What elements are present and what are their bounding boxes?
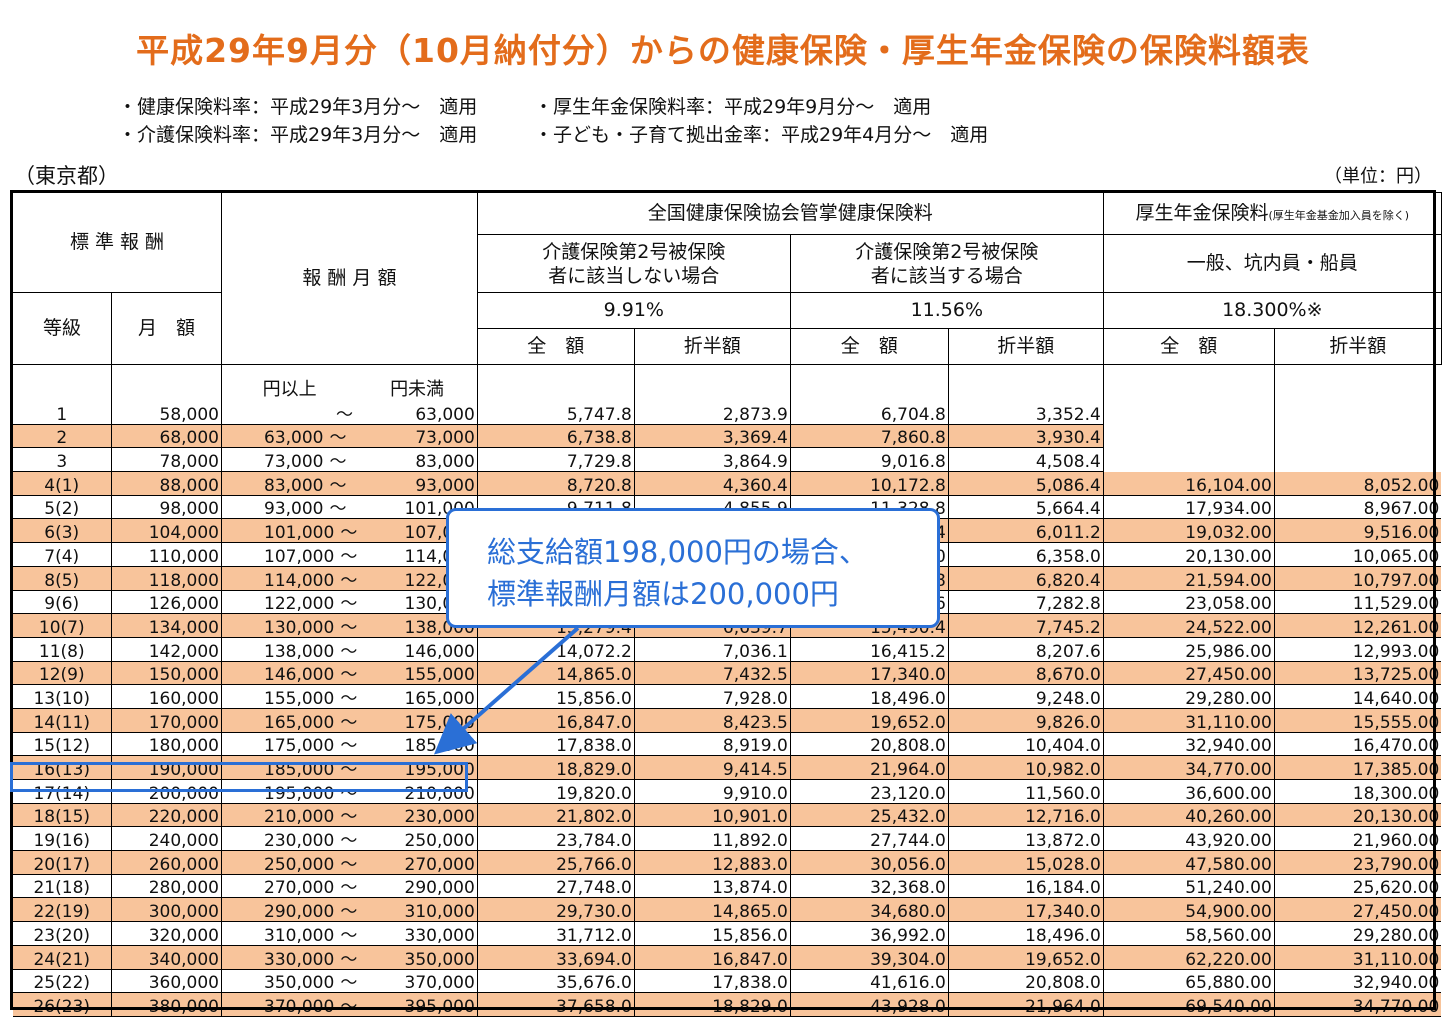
callout-arrow [433, 626, 580, 755]
callout-line-2: 標準報酬月額は200,000円 [487, 577, 839, 611]
callout-box: 総支給額198,000円の場合、 標準報酬月額は200,000円 [446, 508, 940, 628]
callout-line-1: 総支給額198,000円の場合、 [487, 535, 868, 569]
